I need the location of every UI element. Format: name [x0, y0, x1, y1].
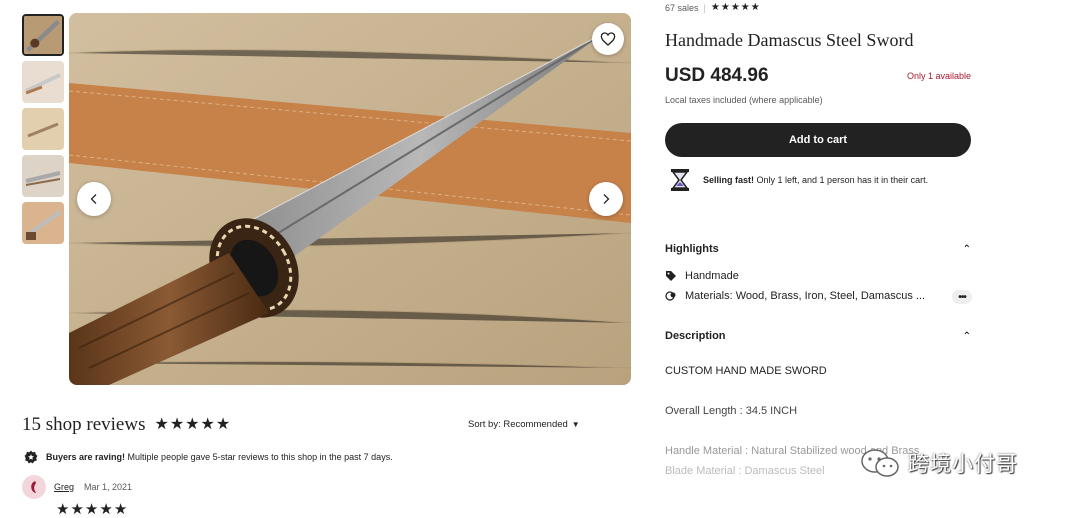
watermark-text: 跨境小付哥	[908, 452, 1018, 476]
star-icon: ★	[70, 501, 84, 518]
highlights-toggle[interactable]: Highlights ⌃	[665, 243, 971, 255]
highlight-text: Handmade	[685, 270, 739, 282]
sort-dropdown[interactable]: Sort by: Recommended ▼	[468, 419, 580, 430]
star-icon: ★	[215, 416, 231, 433]
star-badge-icon	[24, 450, 38, 464]
description-line: Overall Length : 34.5 INCH	[665, 405, 798, 417]
shop-rating-stars: ★ ★ ★ ★ ★	[154, 417, 230, 433]
star-icon: ★	[200, 416, 215, 433]
highlight-item: Materials: Wood, Brass, Iron, Steel, Dam…	[665, 290, 925, 302]
reviewer-name-link[interactable]: Greg	[54, 482, 74, 492]
selling-fast-notice: Selling fast! Only 1 left, and 1 person …	[669, 168, 928, 192]
add-to-cart-button[interactable]: Add to cart	[665, 123, 971, 157]
chevron-right-icon	[603, 194, 610, 204]
review-rating-stars: ★ ★ ★ ★ ★	[56, 502, 127, 517]
listing-price: USD 484.96	[665, 65, 769, 86]
highlight-item: Handmade	[665, 270, 739, 282]
buyers-raving-banner: Buyers are raving! Multiple people gave …	[24, 450, 393, 464]
chevron-up-icon: ⌃	[962, 243, 971, 255]
star-icon: ★	[99, 501, 113, 518]
description-line: CUSTOM HAND MADE SWORD	[665, 365, 827, 377]
availability-notice: Only 1 available	[906, 71, 971, 81]
sort-label: Sort by: Recommended	[468, 419, 568, 430]
sales-count: 67 sales	[665, 3, 699, 13]
previous-image-button[interactable]	[77, 182, 111, 216]
reviews-count: 15 shop reviews	[22, 414, 146, 435]
materials-icon	[665, 291, 676, 301]
user-avatar-icon	[31, 481, 37, 493]
star-icon: ★	[185, 416, 200, 433]
hourglass-icon	[671, 169, 689, 191]
caret-down-icon: ▼	[571, 420, 580, 429]
sales-rating-line: 67 sales | ★ ★ ★ ★ ★	[665, 3, 760, 14]
description-toggle[interactable]: Description ⌃	[665, 330, 971, 342]
heart-icon	[600, 32, 616, 46]
raving-bold: Buyers are raving!	[46, 452, 126, 462]
description-heading: Description	[665, 330, 726, 342]
highlights-heading: Highlights	[665, 243, 719, 255]
thumbnail-3[interactable]	[22, 108, 64, 150]
star-icon: ★	[84, 501, 99, 518]
watermark: 跨境小付哥	[860, 448, 1018, 478]
thumbnail-2[interactable]	[22, 61, 64, 103]
selling-fast-text: Only 1 left, and 1 person has it in thei…	[754, 175, 929, 185]
thumbnail-4[interactable]	[22, 155, 64, 197]
star-icon: ★	[710, 2, 720, 13]
chevron-up-icon: ⌃	[962, 330, 971, 342]
star-icon: ★	[113, 501, 128, 518]
star-icon: ★	[154, 416, 169, 433]
reviews-header: 15 shop reviews ★ ★ ★ ★ ★	[22, 414, 230, 436]
more-options-button[interactable]: •••	[952, 290, 972, 304]
listing-panel: 67 sales | ★ ★ ★ ★ ★ Handmade Damascus S…	[665, 0, 972, 518]
selling-fast-bold: Selling fast!	[703, 175, 755, 185]
star-icon: ★	[750, 2, 760, 13]
highlight-text: Materials: Wood, Brass, Iron, Steel, Dam…	[685, 290, 926, 302]
star-icon: ★	[740, 2, 750, 13]
listing-rating-stars[interactable]: ★ ★ ★ ★ ★	[711, 3, 760, 13]
star-icon: ★	[730, 2, 740, 13]
next-image-button[interactable]	[589, 182, 623, 216]
divider: |	[703, 3, 706, 13]
thumbnail-strip	[22, 14, 64, 249]
star-icon: ★	[169, 416, 185, 433]
chevron-left-icon	[90, 194, 97, 204]
favorite-button[interactable]	[592, 23, 624, 55]
avatar	[22, 475, 46, 499]
raving-text: Multiple people gave 5-star reviews to t…	[125, 452, 393, 462]
review-author: Greg Mar 1, 2021	[22, 475, 132, 499]
description-line: Blade Material : Damascus Steel	[665, 465, 825, 477]
thumbnail-1[interactable]	[22, 14, 64, 56]
tag-icon	[666, 271, 676, 281]
taxes-note: Local taxes included (where applicable)	[665, 95, 823, 105]
review-date: Mar 1, 2021	[84, 482, 133, 492]
listing-title: Handmade Damascus Steel Sword	[665, 30, 914, 50]
star-icon: ★	[56, 501, 70, 518]
sword-photo	[69, 13, 631, 385]
star-icon: ★	[720, 2, 730, 13]
wechat-icon	[861, 449, 899, 477]
thumbnail-5[interactable]	[22, 202, 64, 244]
product-image	[69, 13, 631, 385]
